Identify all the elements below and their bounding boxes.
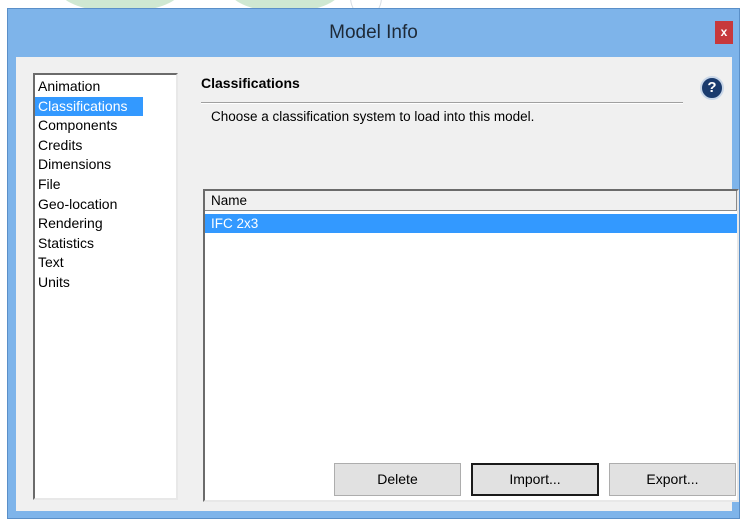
close-button[interactable]: x <box>715 21 733 44</box>
import-button[interactable]: Import... <box>471 463 599 496</box>
window-title: Model Info <box>329 22 418 43</box>
help-icon[interactable]: ? <box>700 76 724 100</box>
dialog-body: Animation Classifications Components Cre… <box>16 57 739 511</box>
category-item-units[interactable]: Units <box>35 273 176 293</box>
section-divider <box>201 102 683 104</box>
section-description: Choose a classification system to load i… <box>211 109 535 124</box>
table-row[interactable]: IFC 2x3 <box>205 214 737 233</box>
section-title: Classifications <box>201 75 300 91</box>
category-item-animation[interactable]: Animation <box>35 77 176 97</box>
category-item-file[interactable]: File <box>35 175 176 195</box>
category-item-classifications[interactable]: Classifications <box>35 96 143 117</box>
category-item-text[interactable]: Text <box>35 253 176 273</box>
category-item-components[interactable]: Components <box>35 116 176 136</box>
title-bar[interactable]: Model Info x <box>8 9 739 57</box>
category-item-rendering[interactable]: Rendering <box>35 214 176 234</box>
classification-table[interactable]: Name IFC 2x3 <box>203 189 739 502</box>
column-header-name[interactable]: Name <box>205 191 737 211</box>
category-item-dimensions[interactable]: Dimensions <box>35 155 176 175</box>
category-item-credits[interactable]: Credits <box>35 136 176 156</box>
delete-button[interactable]: Delete <box>334 463 461 496</box>
export-button[interactable]: Export... <box>609 463 736 496</box>
category-list[interactable]: Animation Classifications Components Cre… <box>33 73 178 500</box>
model-info-dialog: Model Info x Animation Classifications C… <box>7 8 740 519</box>
category-item-geo-location[interactable]: Geo-location <box>35 195 176 215</box>
category-item-statistics[interactable]: Statistics <box>35 234 176 254</box>
